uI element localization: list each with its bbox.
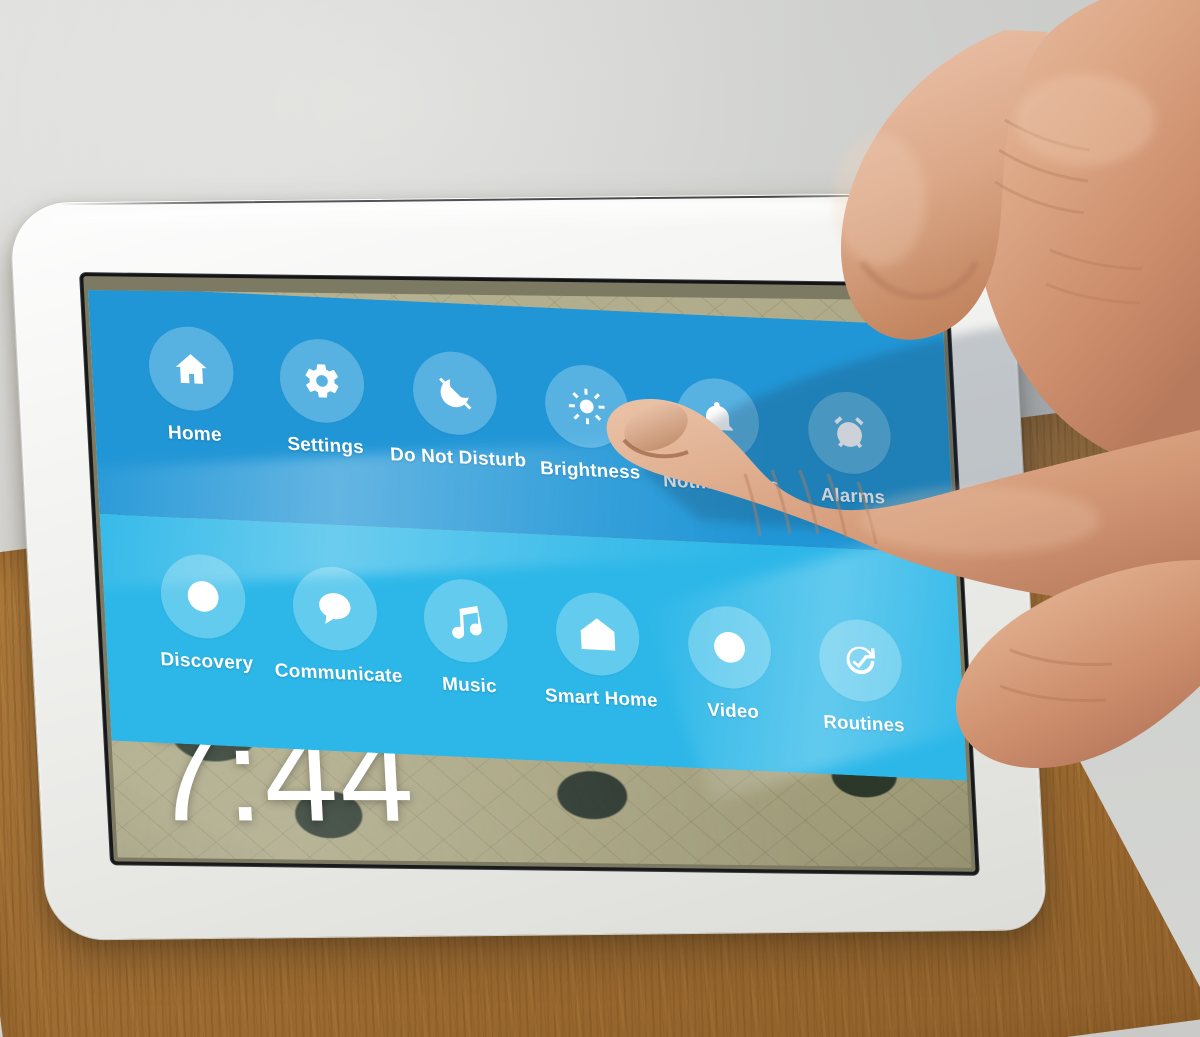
play-circle-icon xyxy=(686,603,773,690)
screen-inner-mat: 7:44 Home Settings Do Not Disturb Bright… xyxy=(83,276,976,872)
sun-icon xyxy=(543,363,631,450)
quick-setting-label: Communicate xyxy=(273,659,403,687)
compass-icon xyxy=(159,552,248,640)
photo-scene: 7:44 Home Settings Do Not Disturb Bright… xyxy=(0,0,1200,1037)
quick-setting-label: Routines xyxy=(823,711,906,736)
quick-setting-label: Video xyxy=(706,699,760,723)
quick-setting-label: Alarms xyxy=(819,484,886,509)
quick-setting-label: Brightness xyxy=(539,458,641,484)
quick-settings-panel: Home Settings Do Not Disturb Brightness … xyxy=(87,290,967,781)
quick-setting-communicate[interactable]: Communicate xyxy=(268,563,405,687)
house-sliders-icon xyxy=(554,590,642,677)
quick-setting-brightness[interactable]: Brightness xyxy=(520,362,655,485)
alarm-clock-icon xyxy=(806,390,893,476)
quick-setting-video[interactable]: Video xyxy=(663,603,798,725)
quick-setting-music[interactable]: Music xyxy=(399,576,535,700)
quick-settings-row-secondary: Discovery Communicate Music Smart Home V… xyxy=(99,513,967,781)
quick-setting-routines[interactable]: Routines xyxy=(795,616,929,738)
quick-setting-discovery[interactable]: Discovery xyxy=(136,551,273,676)
quick-setting-notifications[interactable]: Notifications xyxy=(652,376,786,498)
music-note-icon xyxy=(422,576,511,664)
bell-icon xyxy=(674,376,762,463)
quick-setting-label: Notifications xyxy=(662,470,780,497)
quick-setting-home[interactable]: Home xyxy=(124,324,261,449)
quick-setting-alarms[interactable]: Alarms xyxy=(783,389,917,511)
gear-icon xyxy=(278,337,367,425)
quick-setting-settings[interactable]: Settings xyxy=(255,336,391,460)
screen-well: 7:44 Home Settings Do Not Disturb Bright… xyxy=(80,273,979,875)
smart-display-device: 7:44 Home Settings Do Not Disturb Bright… xyxy=(8,191,1048,941)
quick-setting-smart-home[interactable]: Smart Home xyxy=(531,589,666,712)
moon-slash-icon xyxy=(410,349,499,437)
quick-setting-label: Do Not Disturb xyxy=(389,444,527,472)
home-icon xyxy=(147,324,236,413)
quick-setting-do-not-disturb[interactable]: Do Not Disturb xyxy=(387,349,527,473)
quick-setting-label: Smart Home xyxy=(544,685,659,712)
quick-setting-label: Music xyxy=(442,673,498,697)
display-screen: 7:44 Home Settings Do Not Disturb Bright… xyxy=(87,290,972,868)
quick-setting-label: Home xyxy=(167,422,223,446)
quick-settings-row-primary: Home Settings Do Not Disturb Brightness … xyxy=(87,290,955,554)
refresh-check-icon xyxy=(817,617,905,703)
quick-setting-label: Discovery xyxy=(159,648,254,675)
quick-setting-label: Settings xyxy=(287,433,365,459)
speech-bubble-icon xyxy=(290,564,380,652)
